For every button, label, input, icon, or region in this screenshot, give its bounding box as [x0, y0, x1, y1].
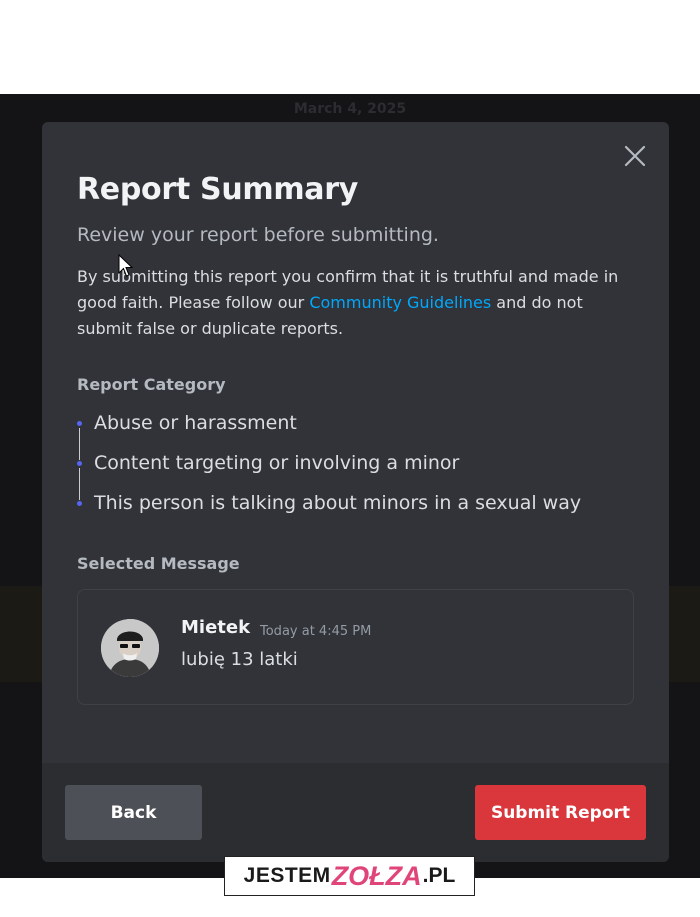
category-item: This person is talking about minors in a… — [77, 490, 647, 530]
selected-message-card: Mietek Today at 4:45 PM lubię 13 latki — [77, 589, 634, 705]
report-category-label: Report Category — [77, 375, 226, 394]
category-item: Content targeting or involving a minor — [77, 450, 647, 500]
category-text: Abuse or harassment — [94, 412, 297, 434]
bullet-icon — [77, 461, 82, 466]
user-avatar-icon — [101, 619, 159, 677]
category-item: Abuse or harassment — [77, 410, 647, 460]
report-category-list: Abuse or harassment Content targeting or… — [77, 410, 647, 530]
avatar — [101, 619, 159, 677]
bullet-icon — [77, 501, 82, 506]
watermark-middle: ZOŁZA — [331, 860, 422, 891]
modal-footer: Back Submit Report — [42, 763, 669, 862]
disclaimer-text: By submitting this report you confirm th… — [77, 264, 642, 342]
screenshot: March 4, 2025 Report Summary Review your… — [0, 0, 700, 917]
watermark-suffix: .PL — [422, 864, 456, 887]
category-text: This person is talking about minors in a… — [94, 492, 582, 514]
back-button[interactable]: Back — [65, 785, 202, 840]
watermark-prefix: JESTEM — [243, 864, 331, 887]
bullet-icon — [77, 421, 82, 426]
watermark-logo: JESTEM ZOŁZA .PL — [224, 856, 475, 896]
message-author: Mietek — [181, 617, 251, 638]
close-button[interactable] — [623, 144, 647, 168]
modal-title: Report Summary — [77, 172, 358, 207]
community-guidelines-link[interactable]: Community Guidelines — [309, 293, 491, 312]
mouse-cursor-icon — [118, 254, 134, 277]
report-summary-modal: Report Summary Review your report before… — [42, 122, 669, 862]
modal-subtitle: Review your report before submitting. — [77, 224, 439, 246]
message-timestamp: Today at 4:45 PM — [260, 624, 372, 639]
message-text: lubię 13 latki — [181, 649, 298, 670]
category-text: Content targeting or involving a minor — [94, 452, 460, 474]
selected-message-label: Selected Message — [77, 554, 240, 573]
close-icon — [624, 145, 646, 167]
submit-report-button[interactable]: Submit Report — [475, 785, 646, 840]
date-divider: March 4, 2025 — [293, 101, 407, 117]
